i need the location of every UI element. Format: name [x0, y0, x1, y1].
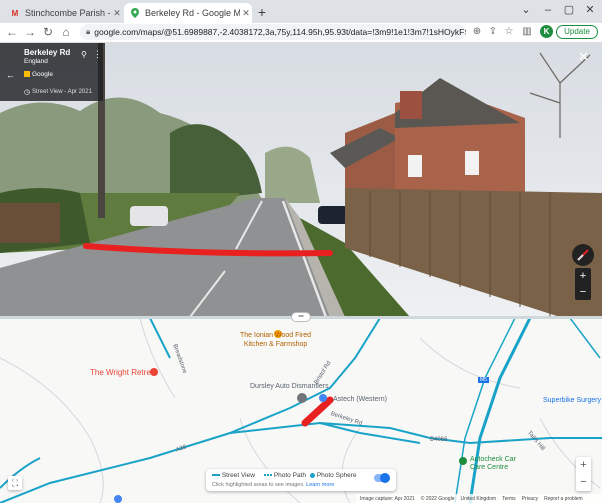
maps-pin-icon — [130, 8, 140, 18]
footer-privacy[interactable]: Privacy — [522, 496, 538, 502]
legend-photo-path: Photo Path — [264, 472, 306, 479]
tab-label: Berkeley Rd - Google Maps — [145, 8, 240, 18]
location-pin-icon[interactable]: ⚲ — [81, 50, 87, 59]
tab-stinchcombe[interactable]: M Stinchcombe Parish - Communit ✕ — [4, 3, 123, 23]
lock-icon: 🔒︎ — [86, 27, 91, 36]
legend-hint: Click highlighted areas to see images. L… — [212, 482, 335, 488]
place-label-restaurant[interactable]: The Ionian Wood Fired Kitchen & Farmshop — [240, 331, 311, 349]
close-icon[interactable]: ✕ — [578, 49, 589, 65]
learn-more-link[interactable]: Learn more — [306, 482, 334, 488]
toggle-knob-icon — [380, 473, 390, 483]
footer-capture: Image capture: Apr 2021 — [360, 495, 415, 502]
avatar[interactable]: K — [540, 25, 553, 38]
forward-icon[interactable]: → — [22, 24, 38, 40]
legend-photo-sphere: Photo Sphere — [310, 472, 357, 479]
new-tab-button[interactable]: + — [254, 4, 270, 20]
line-icon — [212, 474, 220, 477]
zoom-icon[interactable]: ⊕ — [470, 25, 484, 39]
coverage-legend: Street View Photo Path Photo Sphere Clic… — [206, 469, 396, 491]
url-text: google.com/maps/@51.6989887,-2.4038172,3… — [94, 27, 466, 37]
close-window-icon[interactable]: ✕ — [580, 2, 600, 18]
dotted-line-icon — [264, 474, 272, 477]
footer-terms[interactable]: Terms — [502, 496, 516, 502]
place-label-superbike[interactable]: Superbike Surgery — [543, 397, 601, 404]
street-view-zoom[interactable]: + − — [575, 268, 591, 300]
place-label-astech[interactable]: Astech (Western) — [333, 396, 387, 403]
share-icon[interactable]: ⇪ — [486, 25, 500, 39]
road-label-b4066: B4066 — [430, 437, 448, 443]
place-label-retreat[interactable]: The Wright Retreat — [90, 368, 157, 377]
map-zoom-controls[interactable]: + − — [576, 457, 591, 491]
chevron-down-icon[interactable]: ⌄ — [516, 2, 536, 18]
footer-country[interactable]: United Kingdom — [460, 496, 496, 502]
close-icon[interactable]: ✕ — [240, 8, 252, 19]
update-button[interactable]: Update — [556, 25, 598, 39]
splitter-handle-icon[interactable]: ═ — [291, 312, 311, 322]
google-logo-icon — [24, 71, 30, 77]
back-icon[interactable]: ← — [4, 24, 20, 40]
map-footer: Image capture: Apr 2021 © 2022 Google Un… — [356, 494, 602, 503]
close-icon[interactable]: ✕ — [111, 8, 123, 19]
more-vert-icon[interactable]: ⋮ — [93, 49, 102, 60]
fullscreen-icon[interactable]: ⛶ — [8, 476, 22, 490]
history-clock-icon[interactable]: ◷ — [24, 88, 30, 96]
bookmark-star-icon[interactable]: ☆ — [502, 25, 516, 39]
tab-label: Stinchcombe Parish - Communit — [25, 8, 111, 18]
compass-icon[interactable] — [572, 244, 594, 266]
provider-label: Google — [32, 71, 53, 78]
street-view-subtitle: England — [24, 58, 48, 65]
footer-report[interactable]: Report a problem — [544, 496, 583, 502]
maximize-icon[interactable]: ▢ — [559, 2, 579, 18]
coverage-toggle[interactable] — [374, 473, 390, 483]
reload-icon[interactable]: ↻ — [40, 24, 56, 40]
street-view-title: Berkeley Rd — [24, 48, 71, 57]
address-bar[interactable]: 🔒︎ google.com/maps/@51.6989887,-2.403817… — [80, 24, 466, 40]
back-arrow-icon[interactable]: ← — [6, 70, 15, 80]
side-panel-icon[interactable]: ▥ — [520, 25, 534, 39]
footer-copyright: © 2022 Google — [420, 495, 455, 502]
legend-street-view: Street View — [212, 472, 255, 479]
dot-icon — [310, 472, 315, 478]
minimize-icon[interactable]: – — [538, 2, 558, 18]
capture-date[interactable]: Street View - Apr 2021 — [32, 89, 92, 95]
gmail-icon: M — [11, 8, 19, 18]
place-label-autocheck[interactable]: Autocheck Car Care Centre — [470, 456, 516, 472]
road-label-m5: M5 — [478, 377, 489, 383]
tab-google-maps[interactable]: Berkeley Rd - Google Maps ✕ — [124, 3, 252, 23]
home-icon[interactable]: ⌂ — [58, 24, 74, 40]
